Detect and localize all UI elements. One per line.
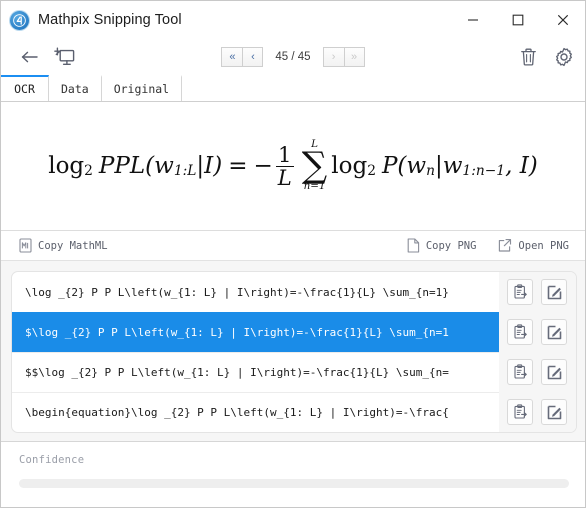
table-row[interactable]: $\log _{2} P P L\left(w_{1: L} | I\right… bbox=[12, 312, 576, 352]
minimize-button[interactable] bbox=[450, 1, 495, 39]
gear-icon[interactable] bbox=[553, 45, 575, 69]
copy-png-button[interactable]: Copy PNG bbox=[407, 238, 477, 253]
next-page-button[interactable]: › bbox=[322, 47, 344, 67]
edit-pencil-icon[interactable] bbox=[541, 359, 567, 385]
formula-close-paren-2: ) bbox=[528, 153, 538, 179]
row-actions bbox=[499, 352, 576, 392]
row-actions bbox=[499, 312, 576, 352]
formula-sum-lower-limit: n=1 bbox=[303, 180, 326, 193]
tab-data[interactable]: Data bbox=[49, 75, 102, 101]
latex-result-text[interactable]: \begin{equation}\log _{2} P P L\left(w_{… bbox=[12, 392, 499, 432]
rendered-formula: log 2 PPL ( w 1:L | I ) = − 1 L L ∑ n=1 lo… bbox=[48, 138, 538, 193]
latex-result-text[interactable]: $\log _{2} P P L\left(w_{1: L} | I\right… bbox=[12, 312, 499, 352]
open-external-icon bbox=[498, 238, 512, 253]
page-indicator: 45 / 45 bbox=[275, 51, 311, 63]
formula-ppl: PPL bbox=[98, 153, 146, 179]
formula-wn-subscript: n bbox=[426, 162, 435, 179]
tab-ocr[interactable]: OCR bbox=[1, 75, 49, 101]
copy-png-label: Copy PNG bbox=[425, 239, 477, 252]
formula-comma-i: , I bbox=[505, 153, 529, 179]
copy-page-icon bbox=[407, 238, 420, 253]
open-png-button[interactable]: Open PNG bbox=[498, 238, 569, 253]
tab-original[interactable]: Original bbox=[101, 75, 183, 101]
confidence-label: Confidence bbox=[19, 454, 85, 466]
latex-result-text[interactable]: \log _{2} P P L\left(w_{1: L} | I\right)… bbox=[12, 272, 499, 312]
formula-summation: L ∑ n=1 bbox=[301, 138, 328, 193]
pagination: « ‹ 45 / 45 › » bbox=[1, 47, 585, 67]
formula-sigma-glyph: ∑ bbox=[301, 144, 328, 186]
formula-w2: w bbox=[442, 153, 463, 179]
formula-log-2: log bbox=[331, 153, 368, 179]
png-actions: Copy PNG Open PNG bbox=[407, 238, 569, 253]
formula-equals: = bbox=[228, 153, 248, 179]
mathpix-logo-icon bbox=[10, 10, 29, 30]
maximize-button[interactable] bbox=[495, 1, 540, 39]
formula-log-base: 2 bbox=[84, 162, 93, 179]
edit-pencil-icon[interactable] bbox=[541, 279, 567, 305]
arrow-left-icon[interactable] bbox=[15, 43, 45, 71]
pagination-left-group: « ‹ bbox=[221, 47, 264, 67]
open-png-label: Open PNG bbox=[518, 239, 569, 252]
confidence-section: Confidence bbox=[1, 441, 585, 507]
formula-wn: w bbox=[406, 153, 427, 179]
formula-pipe: | bbox=[196, 153, 205, 179]
first-page-button[interactable]: « bbox=[221, 47, 243, 67]
tab-bar: OCR Data Original bbox=[1, 75, 585, 102]
confidence-bar bbox=[19, 479, 569, 488]
toolbar-right-actions bbox=[517, 45, 575, 69]
clipboard-copy-icon[interactable] bbox=[507, 359, 533, 385]
formula-minus: − bbox=[253, 153, 273, 179]
copy-mathml-button[interactable]: Copy MathML bbox=[19, 238, 108, 253]
copy-mathml-label: Copy MathML bbox=[38, 239, 108, 252]
toolbar: « ‹ 45 / 45 › » bbox=[1, 39, 585, 75]
table-row[interactable]: \begin{equation}\log _{2} P P L\left(w_{… bbox=[12, 392, 576, 432]
clipboard-copy-icon[interactable] bbox=[507, 399, 533, 425]
latex-result-text[interactable]: $$\log _{2} P P L\left(w_{1: L} | I\righ… bbox=[12, 352, 499, 392]
formula-open-paren: ( bbox=[145, 153, 155, 179]
formula-w2-subscript: 1:n−1 bbox=[462, 162, 506, 179]
window-controls bbox=[450, 1, 585, 39]
pagination-right-group: › » bbox=[322, 47, 365, 67]
formula-log-2-base: 2 bbox=[367, 162, 376, 179]
previous-page-button[interactable]: ‹ bbox=[242, 47, 264, 67]
formula-w: w bbox=[154, 153, 174, 179]
edit-pencil-icon[interactable] bbox=[541, 319, 567, 345]
table-row[interactable]: $$\log _{2} P P L\left(w_{1: L} | I\righ… bbox=[12, 352, 576, 392]
latex-results-area: \log _{2} P P L\left(w_{1: L} | I\right)… bbox=[1, 261, 585, 441]
app-window: Mathpix Snipping Tool « ‹ 45 / 45 › » OC… bbox=[0, 0, 586, 508]
formula-p: P bbox=[381, 153, 398, 179]
copy-action-bar: Copy MathML Copy PNG Open PNG bbox=[1, 231, 585, 261]
formula-open-paren-2: ( bbox=[397, 153, 407, 179]
formula-log: log bbox=[48, 153, 85, 179]
formula-close-paren: ) bbox=[213, 153, 223, 179]
clipboard-copy-icon[interactable] bbox=[507, 279, 533, 305]
formula-fraction-numerator: 1 bbox=[278, 141, 292, 167]
row-actions bbox=[499, 272, 576, 312]
clipboard-copy-icon[interactable] bbox=[507, 319, 533, 345]
app-title: Mathpix Snipping Tool bbox=[38, 12, 182, 28]
formula-preview-pane: log 2 PPL ( w 1:L | I ) = − 1 L L ∑ n=1 lo… bbox=[1, 102, 585, 231]
title-bar: Mathpix Snipping Tool bbox=[1, 1, 585, 39]
edit-pencil-icon[interactable] bbox=[541, 399, 567, 425]
close-button[interactable] bbox=[540, 1, 585, 39]
formula-fraction-denominator: L bbox=[275, 164, 294, 190]
formula-w-subscript: 1:L bbox=[173, 162, 197, 179]
formula-fraction: 1 L bbox=[275, 141, 294, 190]
formula-i: I bbox=[204, 153, 214, 179]
last-page-button[interactable]: » bbox=[343, 47, 365, 67]
table-row[interactable]: \log _{2} P P L\left(w_{1: L} | I\right)… bbox=[12, 272, 576, 312]
row-actions bbox=[499, 392, 576, 432]
mathml-document-icon bbox=[19, 238, 32, 253]
trash-icon[interactable] bbox=[517, 45, 539, 69]
latex-results-card: \log _{2} P P L\left(w_{1: L} | I\right)… bbox=[11, 271, 577, 433]
formula-pipe-2: | bbox=[434, 153, 443, 179]
new-snip-screen-icon[interactable] bbox=[49, 43, 81, 71]
